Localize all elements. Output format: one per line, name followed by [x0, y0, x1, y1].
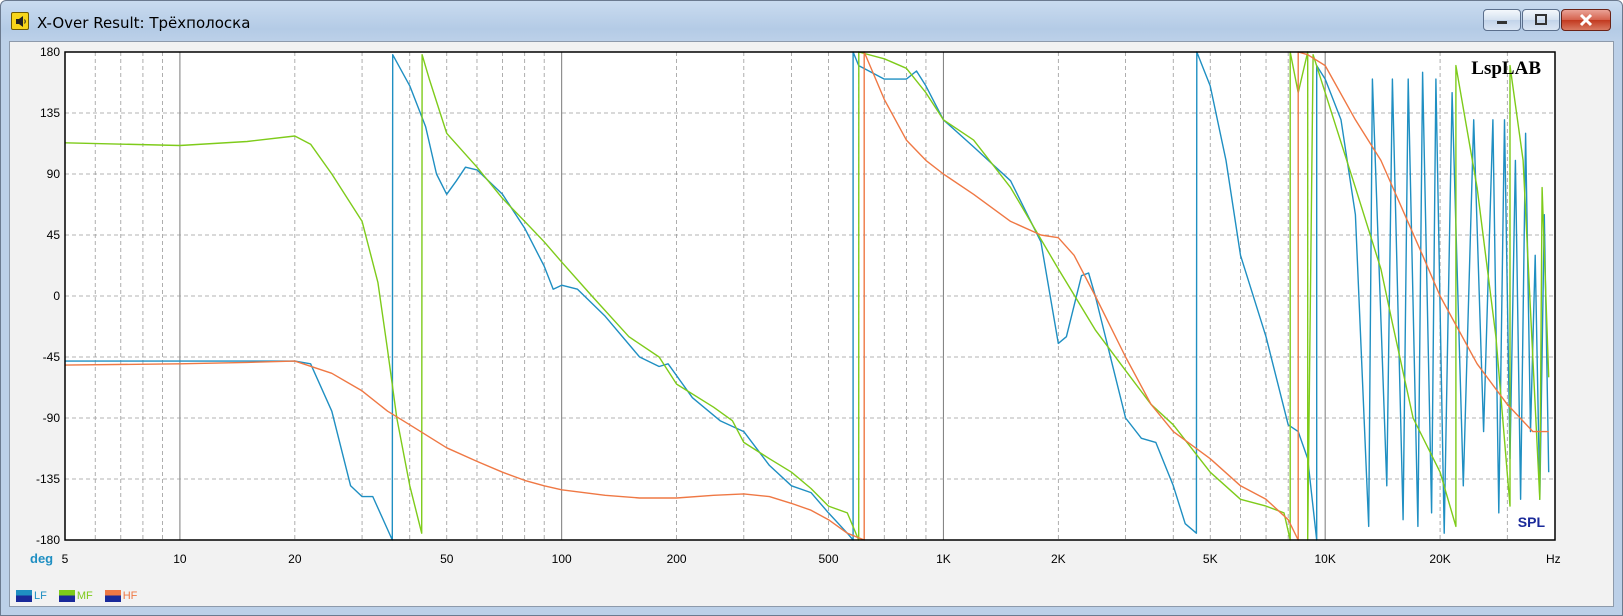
y-tick-label: -135: [36, 472, 60, 486]
minimize-button[interactable]: [1483, 9, 1521, 31]
close-icon: [1562, 10, 1610, 30]
x-tick-label: 50: [440, 552, 454, 566]
legend: LF MF HF: [16, 588, 149, 604]
x-tick-label: 200: [667, 552, 687, 566]
x-tick-label: 20: [288, 552, 302, 566]
brand-label: LspLAB: [1471, 58, 1541, 79]
x-tick-label: 5K: [1203, 552, 1218, 566]
app-window: X-Over Result: Трёхполоска 180 135 90 45 0 -4…: [0, 0, 1623, 616]
x-unit-label: Hz: [1546, 552, 1561, 566]
legend-label: HF: [122, 590, 138, 602]
x-tick-label: 500: [818, 552, 838, 566]
close-button[interactable]: [1561, 9, 1611, 31]
x-tick-label: 20K: [1429, 552, 1450, 566]
chart-panel: 180 135 90 45 0 -45 -90 -135 -180 5 10 20 50 100 200 50…: [9, 41, 1614, 607]
y-tick-label: -90: [43, 411, 61, 425]
legend-label: MF: [76, 590, 93, 602]
x-tick-label: 2K: [1051, 552, 1066, 566]
y-tick-label: -180: [36, 533, 60, 547]
window-title: X-Over Result: Трёхполоска: [37, 14, 251, 32]
legend-label: LF: [34, 590, 47, 602]
legend-swatch: [104, 590, 121, 602]
legend-swatch: [16, 590, 32, 602]
title-bar[interactable]: X-Over Result: Трёхполоска: [1, 1, 1622, 39]
x-tick-label: 10K: [1314, 552, 1335, 566]
x-tick-label: 1K: [936, 552, 951, 566]
y-tick-label: -45: [43, 350, 61, 364]
legend-swatch: [58, 590, 75, 602]
y-tick-label: 45: [47, 228, 61, 242]
x-tick-label: 10: [173, 552, 187, 566]
phase-chart[interactable]: 180 135 90 45 0 -45 -90 -135 -1805 10 20 50 100 200 50…: [10, 42, 1613, 606]
y-tick-label: 0: [53, 289, 60, 303]
x-tick-label: 100: [552, 552, 572, 566]
spl-label: SPL: [1518, 514, 1546, 530]
y-tick-label: 135: [40, 106, 60, 120]
y-tick-label: 90: [47, 167, 61, 181]
maximize-icon: [1523, 10, 1559, 30]
maximize-button[interactable]: [1522, 9, 1560, 31]
legend-item-mf[interactable]: MF: [58, 590, 93, 602]
y-tick-label: 180: [40, 45, 60, 59]
legend-item-lf[interactable]: LF: [16, 590, 47, 602]
y-unit-label: deg: [30, 551, 53, 566]
legend-item-hf[interactable]: HF: [104, 590, 138, 602]
x-tick-label: 5: [62, 552, 69, 566]
minimize-icon: [1484, 10, 1520, 30]
speaker-icon[interactable]: [11, 12, 29, 30]
